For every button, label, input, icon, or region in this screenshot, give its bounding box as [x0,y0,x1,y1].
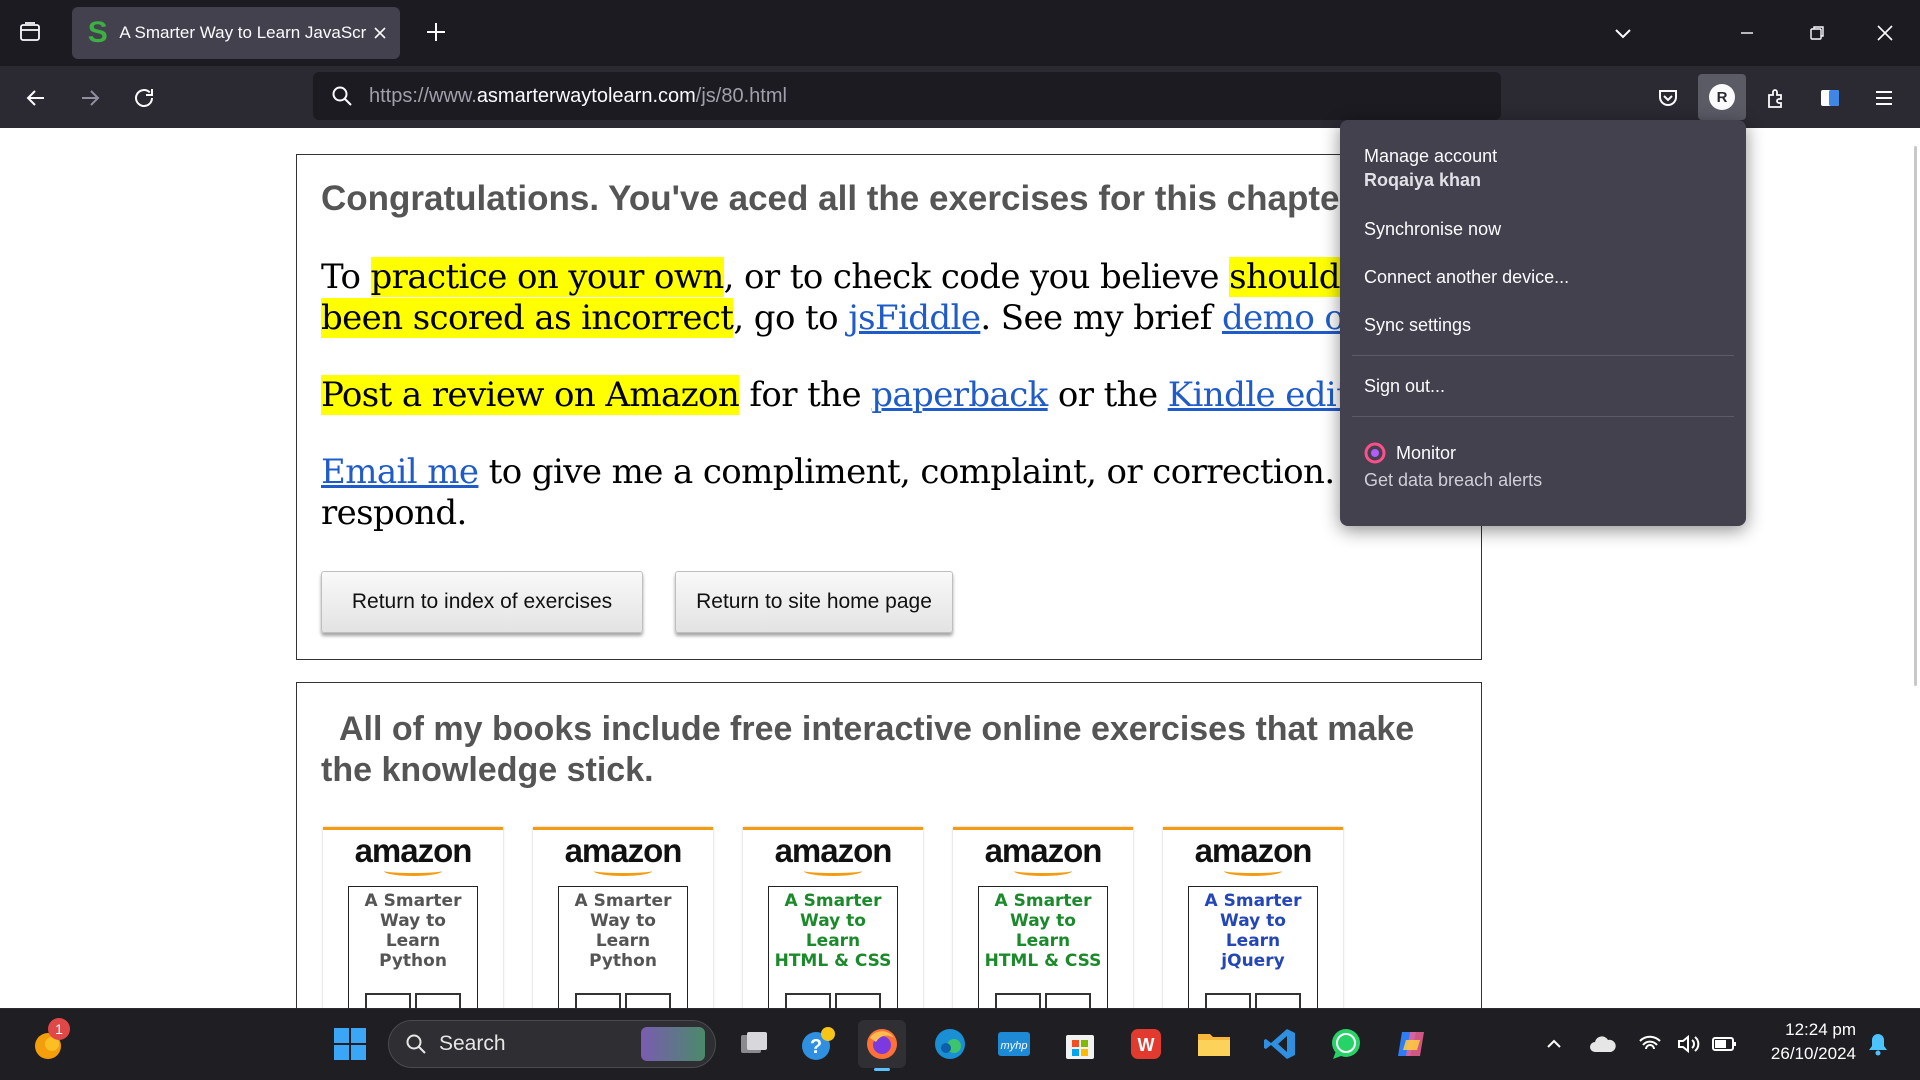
highlight-practice: practice on your own [370,257,724,297]
edge-icon[interactable] [926,1020,974,1068]
book-card[interactable]: amazon A Smarter Way to Learn HTML & CSS [953,827,1133,1016]
url-text: https://www.asmarterwaytolearn.com/js/80… [369,84,787,107]
email-me-link[interactable]: Email me [321,452,479,492]
reload-icon[interactable] [126,80,162,116]
sign-out-item[interactable]: Sign out... [1364,376,1445,397]
amazon-logo: amazon [774,832,893,869]
volume-icon[interactable] [1674,1030,1702,1058]
search-label: Search [439,1032,506,1055]
highlight-review: Post a review on Amazon [321,375,740,415]
book-list: amazon A Smarter Way to Learn Python amazon A … [323,827,1443,1017]
restore-icon[interactable] [1802,18,1832,48]
url-bar[interactable]: https://www.asmarterwaytolearn.com/js/80… [313,72,1501,120]
account-user-name: Roqaiya khan [1364,170,1482,190]
vscode-icon[interactable] [1256,1020,1304,1068]
new-tab-icon[interactable] [420,16,452,48]
clock[interactable]: 12:24 pm 26/10/2024 [1740,1020,1856,1064]
paperback-link[interactable]: paperback [871,375,1048,415]
highlight-incorrect: been scored as incorrect [321,298,734,338]
close-window-icon[interactable] [1870,18,1900,48]
account-menu: Manage account Roqaiya khan Synchronise … [1340,120,1746,526]
book-card[interactable]: amazon A Smarter Way to Learn Python [323,827,503,1016]
amazon-logo: amazon [984,832,1103,869]
practice-paragraph: To practice on your own, or to check cod… [321,257,1417,338]
tab-active[interactable]: S A Smarter Way to Learn JavaScr [72,7,400,59]
book-cover: A Smarter Way to Learn Python [348,886,478,1016]
file-explorer-icon[interactable] [1190,1020,1238,1068]
tab-close-icon[interactable] [372,25,388,41]
forward-icon[interactable] [72,80,108,116]
search-highlight-icon [641,1027,705,1061]
book-cover: A Smarter Way to Learn HTML & CSS [978,886,1108,1016]
sync-settings-item[interactable]: Sync settings [1364,315,1471,336]
notification-badge: 1 [48,1018,70,1040]
help-icon[interactable]: ? [794,1020,842,1068]
book-card[interactable]: amazon A Smarter Way to Learn jQuery [1163,827,1343,1016]
book-cover: A Smarter Way to Learn jQuery [1188,886,1318,1016]
email-paragraph: Email me to give me a compliment, compla… [321,452,1388,533]
search-icon [405,1033,427,1055]
list-all-tabs-icon[interactable] [1608,18,1638,48]
clock-date: 26/10/2024 [1770,1044,1856,1063]
congrats-heading: Congratulations. You've aced all the exe… [321,179,1340,218]
microsoft-store-icon[interactable] [1056,1020,1104,1068]
amazon-logo: amazon [1194,832,1313,869]
books-panel: All of my books include free interactive… [296,682,1482,1022]
monitor-icon [1364,442,1386,464]
books-heading: All of my books include free interactive… [321,710,1415,789]
avatar: R [1709,84,1735,110]
clock-time: 12:24 pm [1785,1020,1856,1039]
extensions-icon[interactable] [1758,80,1794,116]
wps-office-icon[interactable]: W [1122,1020,1170,1068]
svg-text:?: ? [810,1036,822,1058]
review-paragraph: Post a review on Amazon for the paperbac… [321,375,1401,415]
book-card[interactable]: amazon A Smarter Way to Learn Python [533,827,713,1016]
return-index-button[interactable]: Return to index of exercises [321,571,643,633]
amazon-logo: amazon [354,832,473,869]
page-scrollbar[interactable] [1914,146,1917,686]
amazon-logo: amazon [564,832,683,869]
active-app-indicator [874,1068,890,1071]
taskbar-search[interactable]: Search [388,1020,716,1068]
svg-text:W: W [1138,1035,1155,1055]
monitor-description: Get data breach alerts [1364,470,1543,490]
return-home-button[interactable]: Return to site home page [675,571,953,633]
show-hidden-icons-icon[interactable] [1540,1030,1568,1058]
onedrive-icon[interactable] [1588,1030,1618,1058]
book-cover: A Smarter Way to Learn HTML & CSS [768,886,898,1016]
svg-text:myhp: myhp [1001,1040,1028,1052]
minimize-icon[interactable] [1732,18,1762,48]
connect-device-item[interactable]: Connect another device... [1364,267,1569,288]
monitor-item[interactable]: Monitor Get data breach alerts [1364,442,1542,491]
copilot-icon[interactable] [1388,1020,1436,1068]
menu-divider [1352,355,1734,356]
book-card[interactable]: amazon A Smarter Way to Learn HTML & CSS [743,827,923,1016]
firefox-icon[interactable] [858,1020,906,1068]
whatsapp-icon[interactable] [1322,1020,1370,1068]
synchronise-now-item[interactable]: Synchronise now [1364,219,1501,240]
notifications-bell-icon[interactable] [1864,1030,1892,1058]
jsfiddle-link[interactable]: jsFiddle [848,298,981,338]
wifi-icon[interactable] [1636,1030,1664,1058]
pocket-icon[interactable] [1650,80,1686,116]
battery-icon[interactable] [1710,1030,1740,1058]
search-icon [331,85,353,107]
tab-list-icon[interactable] [12,14,48,50]
back-icon[interactable] [18,80,54,116]
task-view-icon[interactable] [730,1020,778,1068]
start-icon[interactable] [326,1020,374,1068]
sidebar-icon[interactable] [1812,80,1848,116]
menu-divider [1352,416,1734,417]
tab-title: A Smarter Way to Learn JavaScr [119,23,367,42]
book-cover: A Smarter Way to Learn Python [558,886,688,1016]
congrats-panel: Congratulations. You've aced all the exe… [296,154,1482,660]
app-menu-icon[interactable] [1866,80,1902,116]
site-favicon-icon: S [87,16,108,49]
myhp-icon[interactable]: myhp [990,1020,1038,1068]
account-button[interactable]: R [1698,74,1746,120]
manage-account-item[interactable]: Manage account Roqaiya khan [1364,146,1497,191]
